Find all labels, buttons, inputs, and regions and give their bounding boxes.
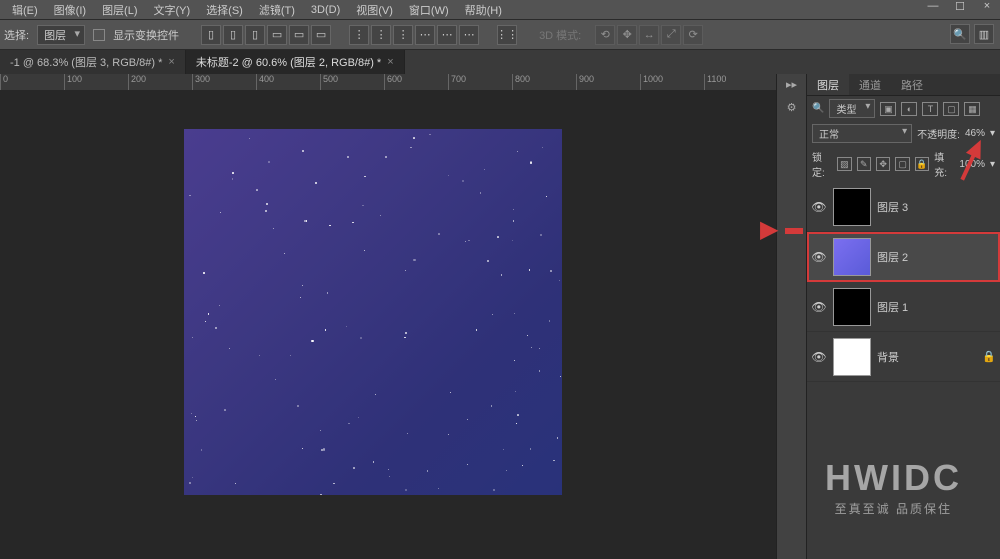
visibility-toggle[interactable]: 👁: [811, 350, 827, 364]
3d-pan-icon: ✥: [617, 25, 637, 45]
menu-3d[interactable]: 3D(D): [303, 4, 348, 16]
lock-position-icon[interactable]: ✥: [876, 157, 890, 171]
menu-type[interactable]: 文字(Y): [146, 2, 199, 18]
workspace-switcher-icon[interactable]: ▥: [974, 24, 994, 44]
layer-row[interactable]: 👁 图层 3: [807, 182, 1000, 232]
document-tab-2[interactable]: 未标题-2 @ 60.6% (图层 2, RGB/8#) * ×: [186, 50, 405, 74]
distribute-vcenter-icon[interactable]: ⋯: [437, 25, 457, 45]
search-button[interactable]: 🔍: [950, 24, 970, 44]
layer-name[interactable]: 图层 3: [877, 199, 996, 215]
minimize-button[interactable]: —: [922, 0, 944, 16]
show-transform-checkbox[interactable]: [93, 29, 105, 41]
close-button[interactable]: ×: [976, 0, 998, 16]
layer-row[interactable]: 👁 背景 🔒: [807, 332, 1000, 382]
lock-paint-icon[interactable]: ✎: [857, 157, 871, 171]
filter-type-icon[interactable]: T: [922, 102, 938, 116]
tab-channels[interactable]: 通道: [849, 74, 891, 95]
lock-label: 锁定:: [812, 149, 832, 179]
window-controls: — ☐ ×: [922, 0, 998, 16]
lock-transparency-icon[interactable]: ▨: [837, 157, 851, 171]
3d-orbit-icon: ⟲: [595, 25, 615, 45]
watermark-sub: 至真至诚 品质保住: [835, 500, 952, 517]
layer-thumbnail[interactable]: [833, 338, 871, 376]
menu-image[interactable]: 图像(I): [46, 2, 94, 18]
align-hcenter-icon[interactable]: ▯: [223, 25, 243, 45]
mode-3d-label: 3D 模式:: [539, 27, 581, 43]
layer-name[interactable]: 背景: [877, 349, 976, 365]
canvas[interactable]: [184, 129, 562, 495]
filter-smart-icon[interactable]: ▦: [964, 102, 980, 116]
distribute-bottom-icon[interactable]: ⋯: [459, 25, 479, 45]
layer-row[interactable]: 👁 图层 2: [807, 232, 1000, 282]
document-tabs: -1 @ 68.3% (图层 3, RGB/8#) * × 未标题-2 @ 60…: [0, 50, 1000, 74]
lock-icon: 🔒: [982, 350, 996, 363]
align-vcenter-icon[interactable]: ▭: [289, 25, 309, 45]
watermark: HWIDC: [825, 457, 962, 499]
target-layer-dropdown[interactable]: 图层: [37, 25, 85, 45]
maximize-button[interactable]: ☐: [949, 0, 971, 16]
close-icon[interactable]: ×: [387, 56, 393, 68]
search-icon: 🔍: [812, 103, 824, 114]
layer-thumbnail[interactable]: [833, 238, 871, 276]
opacity-chevron-icon[interactable]: ▾: [990, 128, 995, 139]
fill-chevron-icon[interactable]: ▾: [990, 159, 995, 170]
lock-all-icon[interactable]: 🔒: [915, 157, 929, 171]
annotation-arrow-line: [785, 228, 803, 234]
canvas-area: 0 100 200 300 400 500 600 700 800 900 10…: [0, 74, 776, 559]
more-align-icon[interactable]: ⋮⋮: [497, 25, 517, 45]
lock-artboard-icon[interactable]: ▢: [895, 157, 909, 171]
filter-type-dropdown[interactable]: 类型: [829, 99, 875, 118]
distribute-left-icon[interactable]: ⋮: [349, 25, 369, 45]
menu-view[interactable]: 视图(V): [348, 2, 401, 18]
menu-filter[interactable]: 滤镜(T): [251, 2, 303, 18]
layer-thumbnail[interactable]: [833, 188, 871, 226]
layer-name[interactable]: 图层 2: [877, 249, 996, 265]
menu-layer[interactable]: 图层(L): [94, 2, 145, 18]
tab-paths[interactable]: 路径: [891, 74, 933, 95]
collapse-panel-icon[interactable]: ▸▸: [786, 78, 797, 91]
panel-gutter: ▸▸ ⚙: [776, 74, 806, 559]
select-label: 选择:: [4, 27, 29, 43]
align-right-icon[interactable]: ▯: [245, 25, 265, 45]
layer-thumbnail[interactable]: [833, 288, 871, 326]
tab-layers[interactable]: 图层: [807, 74, 849, 95]
layer-name[interactable]: 图层 1: [877, 299, 996, 315]
distribute-right-icon[interactable]: ⋮: [393, 25, 413, 45]
visibility-toggle[interactable]: 👁: [811, 200, 827, 214]
annotation-arrow-layer: ▶: [760, 215, 778, 244]
3d-scale-icon: ⤢: [661, 25, 681, 45]
close-icon[interactable]: ×: [168, 56, 174, 68]
filter-pixel-icon[interactable]: ▣: [880, 102, 896, 116]
tab-label: 未标题-2 @ 60.6% (图层 2, RGB/8#) *: [196, 54, 381, 70]
align-left-icon[interactable]: ▯: [201, 25, 221, 45]
align-top-icon[interactable]: ▭: [267, 25, 287, 45]
menu-help[interactable]: 帮助(H): [457, 2, 510, 18]
show-transform-label: 显示变换控件: [113, 27, 179, 43]
visibility-toggle[interactable]: 👁: [811, 300, 827, 314]
fill-label: 填充:: [934, 149, 954, 179]
3d-slide-icon: ↔: [639, 25, 659, 45]
menubar: 辑(E) 图像(I) 图层(L) 文字(Y) 选择(S) 滤镜(T) 3D(D)…: [0, 0, 1000, 20]
filter-shape-icon[interactable]: ▢: [943, 102, 959, 116]
options-bar: 选择: 图层 显示变换控件 ▯ ▯ ▯ ▭ ▭ ▭ ⋮ ⋮ ⋮ ⋯ ⋯ ⋯ ⋮⋮…: [0, 20, 1000, 50]
document-tab-1[interactable]: -1 @ 68.3% (图层 3, RGB/8#) * ×: [0, 50, 186, 74]
align-bottom-icon[interactable]: ▭: [311, 25, 331, 45]
adjustments-icon[interactable]: ⚙: [787, 101, 797, 114]
menu-edit[interactable]: 辑(E): [4, 2, 46, 18]
menu-window[interactable]: 窗口(W): [401, 2, 457, 18]
3d-rotate-icon: ⟳: [683, 25, 703, 45]
panel-tabs: 图层 通道 路径: [807, 74, 1000, 96]
horizontal-ruler: 0 100 200 300 400 500 600 700 800 900 10…: [0, 74, 776, 90]
layer-row[interactable]: 👁 图层 1: [807, 282, 1000, 332]
filter-adjust-icon[interactable]: ◐: [901, 102, 917, 116]
blend-mode-dropdown[interactable]: 正常: [812, 124, 912, 143]
distribute-hcenter-icon[interactable]: ⋮: [371, 25, 391, 45]
tab-label: -1 @ 68.3% (图层 3, RGB/8#) *: [10, 54, 162, 70]
distribute-top-icon[interactable]: ⋯: [415, 25, 435, 45]
opacity-label: 不透明度:: [917, 126, 960, 141]
visibility-toggle[interactable]: 👁: [811, 250, 827, 264]
menu-select[interactable]: 选择(S): [198, 2, 251, 18]
